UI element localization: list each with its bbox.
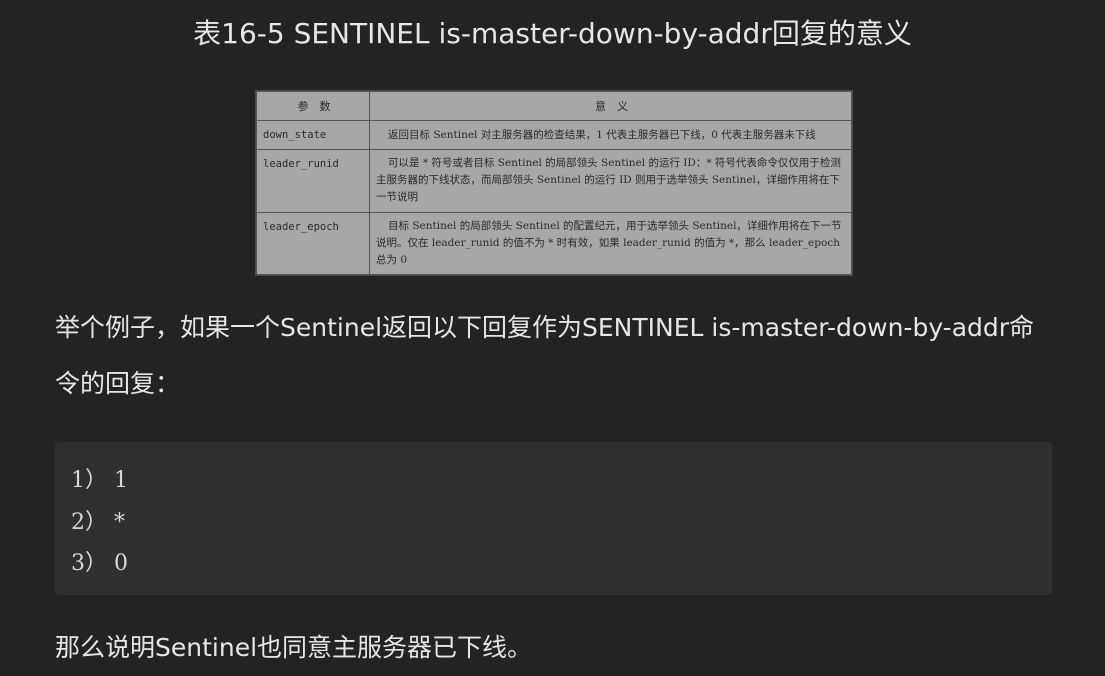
code-line: 2） * [71, 510, 125, 535]
header-param: 参 数 [256, 91, 370, 121]
meaning-table: 参 数 意 义 down_state 返回目标 Sentinel 对主服务器的检… [255, 90, 853, 276]
meaning-cell: 返回目标 Sentinel 对主服务器的检查结果，1 代表主服务器已下线，0 代… [369, 120, 852, 150]
param-cell: down_state [256, 120, 370, 150]
meaning-cell: 目标 Sentinel 的局部领头 Sentinel 的配置纪元，用于选举领头 … [369, 211, 852, 275]
example-paragraph: 举个例子，如果一个Sentinel返回以下回复作为SENTINEL is-mas… [55, 313, 1035, 398]
header-meaning: 意 义 [369, 91, 852, 121]
code-line: 1） 1 [71, 468, 128, 493]
param-cell: leader_epoch [256, 211, 370, 275]
table-caption: 表16-5 SENTINEL is-master-down-by-addr回复的… [193, 17, 912, 50]
code-block: 1） 1 2） * 3） 0 [55, 442, 1052, 595]
conclusion-paragraph: 那么说明Sentinel也同意主服务器已下线。 [55, 633, 533, 662]
code-line: 3） 0 [71, 551, 128, 576]
meaning-cell: 可以是 * 符号或者目标 Sentinel 的局部领头 Sentinel 的运行… [369, 149, 852, 213]
param-cell: leader_runid [256, 149, 370, 213]
